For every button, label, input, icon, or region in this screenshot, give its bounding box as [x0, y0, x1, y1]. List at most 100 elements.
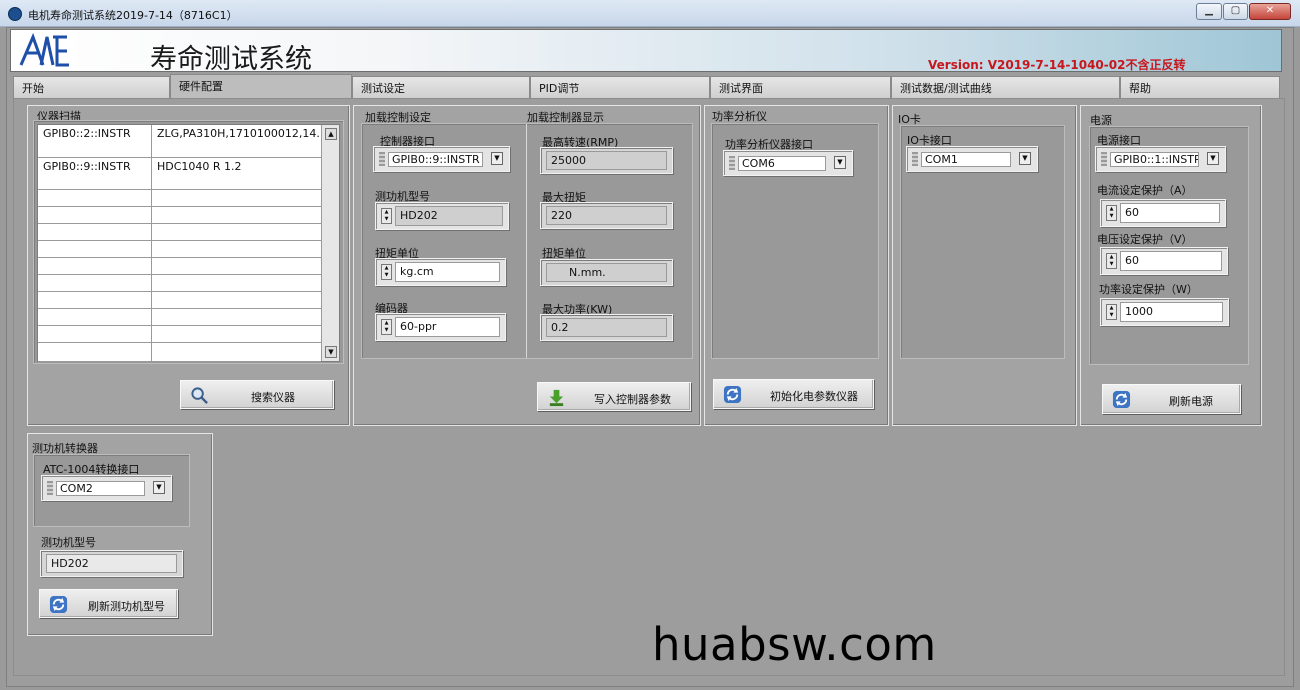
write-controller-button[interactable]: 写入控制器参数: [537, 382, 691, 411]
encoder-field[interactable]: ▲ ▼ 60-ppr: [375, 313, 506, 341]
tab-help[interactable]: 帮助: [1120, 76, 1280, 98]
refresh-icon: [1112, 390, 1131, 409]
version-label: Version: V2019-7-14-1040-02不含正反转: [928, 58, 1186, 72]
table-row[interactable]: GPIB0::9::INSTR HDC1040 R 1.2: [38, 158, 321, 190]
scroll-up-icon[interactable]: ▲: [325, 128, 337, 140]
tab-test-view[interactable]: 测试界面: [710, 76, 891, 98]
chevron-down-icon[interactable]: ▼: [1207, 152, 1219, 165]
dyno-switch-model-label: 测功机型号: [41, 536, 96, 549]
spinner-icon[interactable]: ▲ ▼: [1106, 304, 1117, 320]
tab-start[interactable]: 开始: [13, 76, 170, 98]
instrument-address: GPIB0::2::INSTR: [38, 125, 152, 157]
power-supply-port-select[interactable]: GPIB0::1::INSTR ▼: [1095, 146, 1226, 172]
power-analyzer-port-select[interactable]: COM6 ▼: [723, 150, 853, 176]
power-analyzer-title: 功率分析仪: [712, 110, 767, 123]
table-row[interactable]: [38, 309, 321, 326]
chevron-down-icon[interactable]: ▼: [491, 152, 503, 165]
controller-port-value: GPIB0::9::INSTR: [388, 152, 483, 167]
app-icon: [8, 7, 22, 21]
power-protect-field[interactable]: ▲ ▼ 1000: [1100, 298, 1229, 326]
scroll-down-icon[interactable]: ▼: [325, 346, 337, 358]
dyno-switch-port-select[interactable]: COM2 ▼: [41, 475, 172, 501]
torque-unit-value[interactable]: kg.cm: [395, 262, 500, 282]
table-row[interactable]: [38, 190, 321, 207]
app-title: 寿命测试系统: [150, 44, 312, 75]
io-card-port-select[interactable]: COM1 ▼: [906, 146, 1038, 172]
minimize-button[interactable]: ▁: [1196, 3, 1222, 20]
max-speed-indicator: 25000: [540, 147, 673, 174]
maximize-button[interactable]: ▢: [1223, 3, 1248, 20]
table-row[interactable]: [38, 275, 321, 292]
close-button[interactable]: ✕: [1249, 3, 1291, 20]
instrument-address: GPIB0::9::INSTR: [38, 158, 152, 189]
refresh-dyno-model-button[interactable]: 刷新测功机型号: [39, 589, 178, 618]
dyno-switch-model-indicator: HD202: [40, 550, 183, 577]
voltage-protect-value[interactable]: 60: [1120, 251, 1222, 271]
spinner-icon[interactable]: ▲ ▼: [381, 264, 392, 280]
search-button-label: 搜索仪器: [251, 391, 295, 404]
spinner-icon[interactable]: ▲ ▼: [381, 208, 392, 224]
company-logo-icon: [17, 31, 73, 71]
tab-pid[interactable]: PID调节: [530, 76, 710, 98]
init-power-analyzer-label: 初始化电参数仪器: [770, 390, 858, 403]
encoder-value[interactable]: 60-ppr: [395, 317, 500, 337]
power-supply-port-value: GPIB0::1::INSTR: [1110, 152, 1199, 167]
spinner-icon[interactable]: ▲ ▼: [1106, 205, 1117, 221]
io-card-port-value: COM1: [921, 152, 1011, 167]
tab-hardware-config[interactable]: 硬件配置: [170, 74, 352, 100]
table-scrollbar[interactable]: ▲ ▼: [321, 125, 339, 361]
write-controller-label: 写入控制器参数: [594, 393, 671, 406]
refresh-icon: [49, 595, 68, 614]
window-titlebar: 电机寿命测试系统2019-7-14（8716C1） ▁ ▢ ✕: [0, 0, 1300, 27]
current-protect-value[interactable]: 60: [1120, 203, 1220, 223]
table-row[interactable]: GPIB0::2::INSTR ZLG,PA310H,1710100012,14…: [38, 125, 321, 158]
max-speed-value: 25000: [546, 151, 667, 170]
refresh-power-supply-label: 刷新电源: [1169, 395, 1213, 408]
max-torque-value: 220: [546, 206, 667, 225]
table-row[interactable]: [38, 224, 321, 241]
instrument-id: HDC1040 R 1.2: [157, 160, 242, 173]
current-protect-label: 电流设定保护（A）: [1097, 184, 1193, 197]
power-protect-value[interactable]: 1000: [1120, 302, 1223, 322]
tab-test-settings[interactable]: 测试设定: [352, 76, 530, 98]
magnifier-icon: [191, 387, 208, 404]
table-row[interactable]: [38, 207, 321, 224]
init-power-analyzer-button[interactable]: 初始化电参数仪器: [713, 379, 874, 409]
dyno-model-value: HD202: [395, 206, 503, 226]
max-power-indicator: 0.2: [540, 314, 673, 341]
chevron-down-icon[interactable]: ▼: [834, 156, 846, 169]
instrument-id: ZLG,PA310H,1710100012,14.10: [157, 127, 321, 140]
table-row[interactable]: [38, 292, 321, 309]
table-row[interactable]: [38, 241, 321, 258]
voltage-protect-label: 电压设定保护（V）: [1097, 233, 1193, 246]
voltage-protect-field[interactable]: ▲ ▼ 60: [1100, 247, 1228, 275]
max-torque-indicator: 220: [540, 202, 673, 229]
spinner-icon[interactable]: ▲ ▼: [381, 319, 392, 335]
refresh-icon: [723, 385, 742, 404]
max-power-value: 0.2: [546, 318, 667, 337]
chevron-down-icon[interactable]: ▼: [153, 481, 165, 494]
controller-port-select[interactable]: GPIB0::9::INSTR ▼: [373, 146, 510, 172]
instrument-table[interactable]: GPIB0::2::INSTR ZLG,PA310H,1710100012,14…: [37, 124, 340, 362]
refresh-dyno-model-label: 刷新测功机型号: [88, 600, 165, 613]
download-arrow-icon: [549, 389, 564, 407]
tab-test-data[interactable]: 测试数据/测试曲线: [891, 76, 1120, 98]
torque-unit-field[interactable]: ▲ ▼ kg.cm: [375, 258, 506, 286]
dyno-switch-model-value: HD202: [46, 554, 177, 573]
watermark-text: huabsw.com: [652, 618, 937, 671]
chevron-down-icon[interactable]: ▼: [1019, 152, 1031, 165]
current-protect-field[interactable]: ▲ ▼ 60: [1100, 199, 1226, 227]
torque-unit2-value: N.mm.: [546, 263, 667, 282]
dyno-model-field[interactable]: ▲ ▼ HD202: [375, 202, 509, 230]
torque-unit2-indicator: N.mm.: [540, 259, 673, 286]
spinner-icon[interactable]: ▲ ▼: [1106, 253, 1117, 269]
power-protect-label: 功率设定保护（W）: [1099, 283, 1198, 296]
search-instruments-button[interactable]: 搜索仪器: [180, 380, 334, 409]
table-row[interactable]: [38, 258, 321, 275]
table-row[interactable]: [38, 326, 321, 343]
power-analyzer-port-value: COM6: [738, 156, 826, 171]
window-title: 电机寿命测试系统2019-7-14（8716C1）: [28, 9, 238, 22]
table-row[interactable]: [38, 343, 321, 362]
refresh-power-supply-button[interactable]: 刷新电源: [1102, 384, 1241, 414]
divider: [526, 124, 527, 358]
